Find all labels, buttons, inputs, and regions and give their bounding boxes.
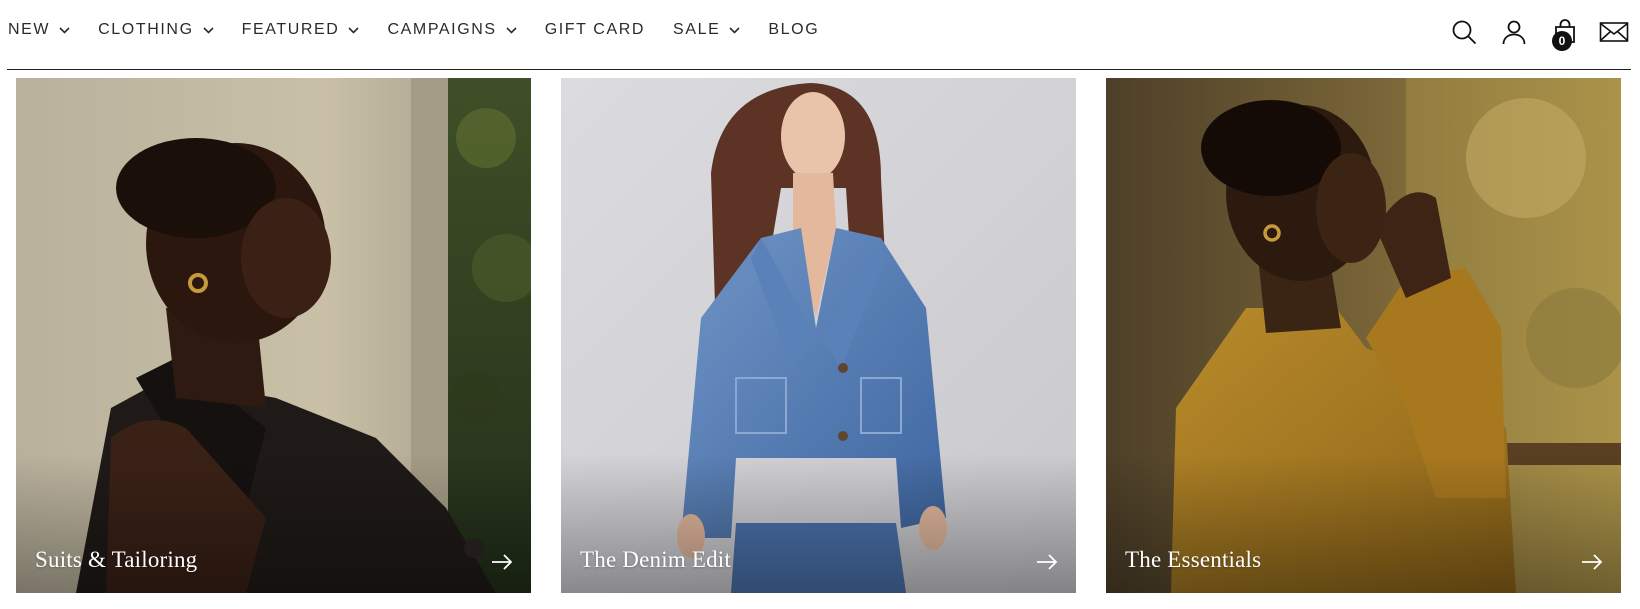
nav-item-new[interactable]: NEW <box>8 18 70 42</box>
nav-item-featured[interactable]: FEATURED <box>242 18 360 42</box>
chevron-down-icon <box>506 26 517 34</box>
header-divider <box>7 69 1631 70</box>
nav-item-label: CAMPAIGNS <box>387 21 497 38</box>
nav-item-label: NEW <box>8 21 51 38</box>
nav-item-label: GIFT CARD <box>544 21 646 38</box>
nav-item-label: FEATURED <box>241 21 340 38</box>
nav-item-gift-card[interactable]: GIFT CARD <box>545 18 645 42</box>
account-button[interactable] <box>1496 14 1532 50</box>
card-title: The Denim Edit <box>580 547 731 572</box>
chevron-down-icon <box>203 26 214 34</box>
nav-item-clothing[interactable]: CLOTHING <box>98 18 214 42</box>
mail-icon <box>1599 22 1629 42</box>
arrow-right-icon <box>1582 554 1603 570</box>
arrow-right-icon <box>492 554 513 570</box>
search-button[interactable] <box>1446 14 1482 50</box>
header-icons: 0 <box>1446 14 1632 51</box>
main-nav: NEW CLOTHING FEATURED CAMPAIGNS GIFT CAR… <box>8 18 847 42</box>
cart-button[interactable]: 0 <box>1546 14 1582 51</box>
search-icon <box>1452 20 1476 44</box>
nav-item-blog[interactable]: BLOG <box>768 18 819 42</box>
nav-item-label: CLOTHING <box>98 21 194 38</box>
site-header: NEW CLOTHING FEATURED CAMPAIGNS GIFT CAR… <box>0 0 1640 70</box>
user-icon <box>1502 20 1526 45</box>
chevron-down-icon <box>59 26 70 34</box>
collection-card-essentials[interactable]: The Essentials <box>1106 78 1621 593</box>
arrow-right-icon <box>1037 554 1058 570</box>
nav-item-sale[interactable]: SALE <box>673 18 740 42</box>
collection-card-suits-tailoring[interactable]: Suits & Tailoring <box>16 78 531 593</box>
collection-card-denim-edit[interactable]: The Denim Edit <box>561 78 1076 593</box>
collection-grid: Suits & Tailoring The Denim Edit The Ess… <box>16 78 1624 593</box>
nav-item-label: SALE <box>673 21 721 38</box>
card-title: The Essentials <box>1125 547 1262 572</box>
contact-button[interactable] <box>1596 14 1632 50</box>
card-title: Suits & Tailoring <box>35 547 198 572</box>
chevron-down-icon <box>729 26 740 34</box>
cart-count-badge: 0 <box>1552 31 1572 51</box>
chevron-down-icon <box>348 26 360 34</box>
nav-item-campaigns[interactable]: CAMPAIGNS <box>387 18 517 42</box>
nav-item-label: BLOG <box>768 21 820 38</box>
